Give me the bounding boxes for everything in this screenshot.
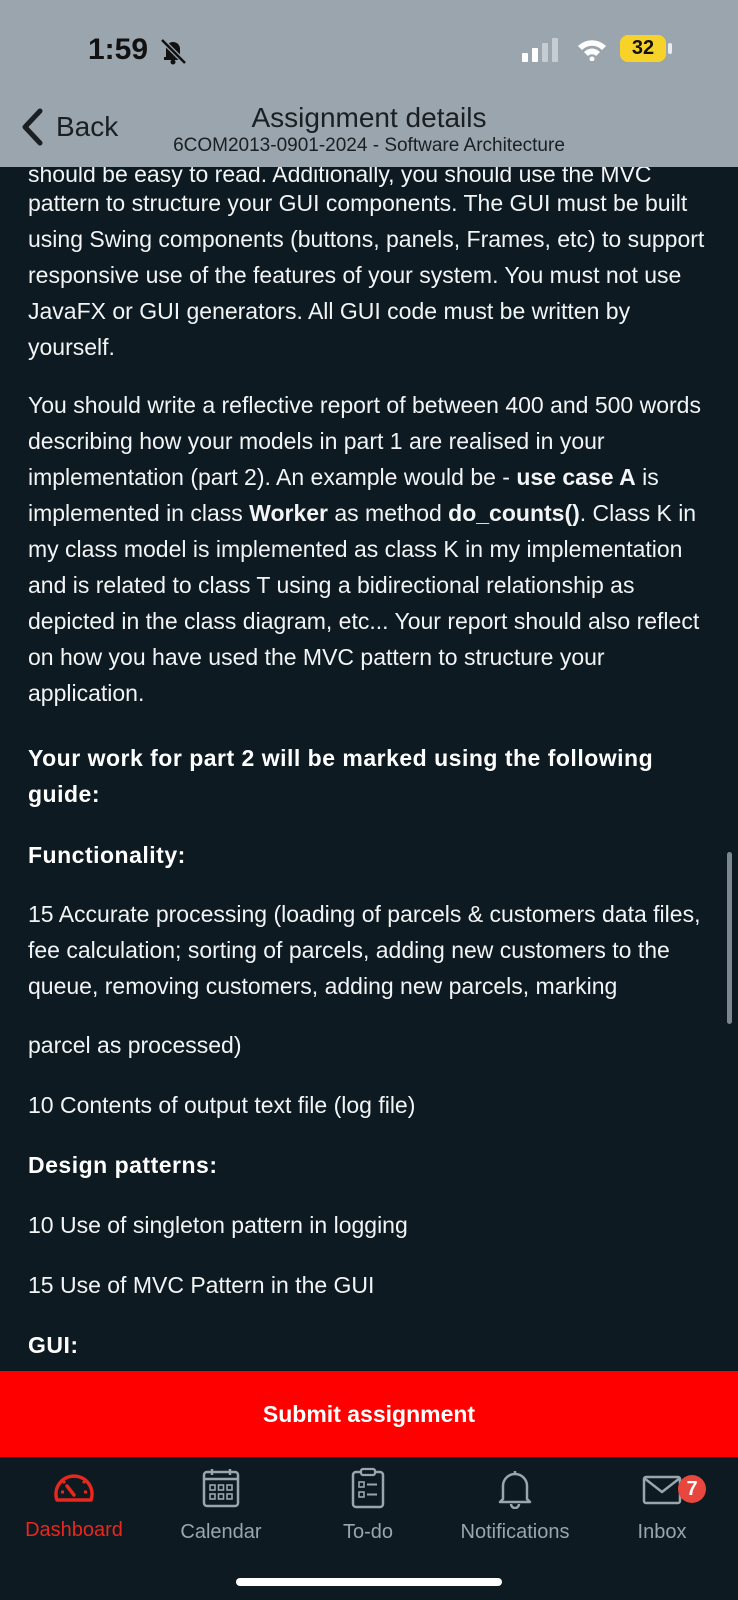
tab-dashboard[interactable]: Dashboard xyxy=(0,1467,148,1542)
page-subtitle: 6COM2013-0901-2024 - Software Architectu… xyxy=(173,135,565,156)
home-indicator[interactable] xyxy=(236,1578,502,1586)
heading-design-patterns: Design patterns: xyxy=(28,1152,218,1178)
report-text-4: . Class K in my class model is implement… xyxy=(28,500,700,706)
tab-notifications[interactable]: Notifications xyxy=(441,1467,589,1544)
design-item-mvc: 15 Use of MVC Pattern in the GUI xyxy=(28,1272,375,1298)
report-text-3: as method xyxy=(327,500,449,526)
signal-icon xyxy=(522,38,558,62)
wifi-icon xyxy=(578,40,606,61)
tab-todo[interactable]: To-do xyxy=(294,1467,442,1544)
battery-indicator: 32 xyxy=(620,35,666,62)
functionality-item-processing: 15 Accurate processing (loading of parce… xyxy=(28,901,701,999)
bell-icon xyxy=(498,1471,532,1509)
calendar-icon xyxy=(202,1469,240,1508)
tab-label: Notifications xyxy=(460,1521,570,1543)
paragraph-gui-requirements: pattern to structure your GUI components… xyxy=(28,185,718,365)
tab-label: Inbox xyxy=(637,1521,687,1543)
tab-label: Calendar xyxy=(180,1521,262,1543)
speedometer-icon xyxy=(54,1474,94,1502)
battery-tip xyxy=(668,43,672,54)
paragraph-text: You should write a reflective report of … xyxy=(28,387,718,711)
paragraph-reflective-report: You should write a reflective report of … xyxy=(28,387,718,711)
inbox-unread-badge: 7 xyxy=(678,1475,706,1503)
page-title: Assignment details xyxy=(251,102,487,133)
design-item-singleton: 10 Use of singleton pattern in logging xyxy=(28,1212,408,1238)
tab-inbox[interactable]: 7 Inbox xyxy=(588,1467,736,1544)
assignment-content[interactable]: should be easy to read. Additionally, yo… xyxy=(0,0,738,1370)
report-bold-method: do_counts() xyxy=(448,500,580,526)
clipboard-icon xyxy=(351,1467,385,1509)
paragraph-text: pattern to structure your GUI components… xyxy=(28,190,705,360)
tab-calendar[interactable]: Calendar xyxy=(147,1467,295,1544)
heading-marking-guide: Your work for part 2 will be marked usin… xyxy=(28,745,654,807)
functionality-item-processing-cont: parcel as processed) xyxy=(28,1032,242,1058)
report-bold-worker: Worker xyxy=(249,500,328,526)
scrollbar[interactable] xyxy=(727,852,732,1024)
heading-gui: GUI: xyxy=(28,1332,79,1358)
report-bold-use-case: use case A xyxy=(516,464,636,490)
tab-label: Dashboard xyxy=(25,1519,123,1541)
heading-functionality: Functionality: xyxy=(28,842,186,868)
header: 1:59 32 Back Assignment details 6COM2013… xyxy=(0,0,738,167)
status-time: 1:59 xyxy=(88,33,149,66)
submit-assignment-button[interactable]: Submit assignment xyxy=(0,1371,738,1457)
bell-slash-icon xyxy=(160,38,187,65)
functionality-item-output: 10 Contents of output text file (log fil… xyxy=(28,1092,416,1118)
tab-label: To-do xyxy=(342,1521,394,1543)
